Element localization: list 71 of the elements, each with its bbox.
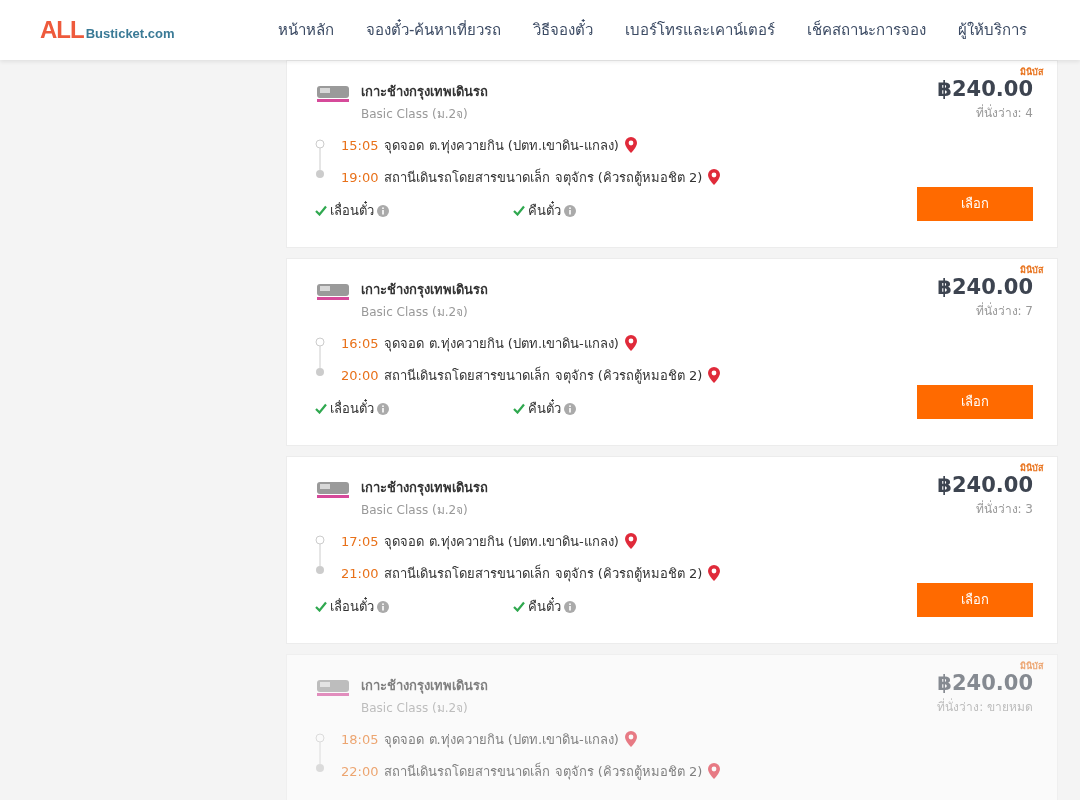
info-icon[interactable] [377,204,389,217]
operator-name: เกาะช้างกรุงเทพเดินรถ [361,479,488,498]
departure-place: จุดจอด ต.ทุ่งควายกิน (ปตท.เขาดิน-แกลง) [384,335,619,354]
seats-available: ที่นั่งว่าง: 3 [974,499,1033,518]
nav-link[interactable]: ผู้ให้บริการ [942,18,1044,42]
departure-time: 18:05 [341,732,379,747]
departure-time: 16:05 [341,336,379,351]
bus-logo-icon [315,677,351,699]
nav-link[interactable]: วิธีจองตั๋ว [517,18,610,42]
map-pin-icon [708,565,721,582]
price: ฿240.00 [937,473,1033,497]
operator-name: เกาะช้างกรุงเทพเดินรถ [361,83,488,102]
price: ฿240.00 [937,671,1033,695]
feature-label: คืนตั๋ว [528,398,561,418]
map-pin-icon [624,335,637,352]
route-line-drawing [315,535,325,575]
bus-class: Basic Class (ม.2จ) [361,304,469,321]
bus-type-label: มินิบัส [1020,660,1043,673]
price: ฿240.00 [937,275,1033,299]
feature-label: คืนตั๋ว [528,596,561,616]
map-pin-icon [624,533,637,550]
info-icon[interactable] [564,204,576,217]
arrival-time: 19:00 [341,170,379,185]
bus-logo-icon [315,281,351,303]
info-icon[interactable] [564,600,576,613]
map-pin-icon [624,137,637,154]
arrival-time: 22:00 [341,764,379,779]
feature-label: คืนตั๋ว [528,200,561,220]
map-pin-icon [624,731,637,748]
bus-type-label: มินิบัส [1020,66,1043,79]
map-pin-icon [708,367,721,384]
bus-logo-icon [315,83,351,105]
departure-place: จุดจอด ต.ทุ่งควายกิน (ปตท.เขาดิน-แกลง) [384,137,619,156]
bus-type-label: มินิบัส [1020,264,1043,277]
nav-link[interactable]: เช็คสถานะการจอง [791,18,943,42]
feature-label: เลื่อนตั๋ว [330,596,374,616]
bus-class: Basic Class (ม.2จ) [361,106,469,123]
bus-logo-icon [315,479,351,501]
feature-label: เลื่อนตั๋ว [330,200,374,220]
map-pin-icon [708,169,721,186]
bus-class: Basic Class (ม.2จ) [361,700,469,717]
route-line-drawing [315,139,325,179]
seats-available: ที่นั่งว่าง: ขายหมด [937,697,1033,716]
arrival-place: สถานีเดินรถโดยสารขนาดเล็ก จตุจักร (คิวรถตู้หมอชิต 2) [384,167,703,188]
nav-link[interactable]: หน้าหลัก [262,18,350,42]
route-line-drawing [315,733,325,773]
info-icon[interactable] [564,402,576,415]
seats-available: ที่นั่งว่าง: 7 [974,301,1033,320]
seats-available: ที่นั่งว่าง: 4 [974,103,1033,122]
route-line-drawing [315,337,325,377]
info-icon[interactable] [377,402,389,415]
departure-place: จุดจอด ต.ทุ่งควายกิน (ปตท.เขาดิน-แกลง) [384,731,619,750]
bus-class: Basic Class (ม.2จ) [361,502,469,519]
bus-type-label: มินิบัส [1020,462,1043,475]
map-pin-icon [708,763,721,780]
departure-place: จุดจอด ต.ทุ่งควายกิน (ปตท.เขาดิน-แกลง) [384,533,619,552]
price: ฿240.00 [937,77,1033,101]
info-icon[interactable] [377,600,389,613]
nav-link[interactable]: จองตั๋ว-ค้นหาเที่ยวรถ [350,18,518,42]
feature-label: เลื่อนตั๋ว [330,398,374,418]
arrival-time: 21:00 [341,566,379,581]
departure-time: 15:05 [341,138,379,153]
arrival-place: สถานีเดินรถโดยสารขนาดเล็ก จตุจักร (คิวรถตู้หมอชิต 2) [384,563,703,584]
operator-name: เกาะช้างกรุงเทพเดินรถ [361,677,488,696]
nav-link[interactable]: เบอร์โทรและเคาน์เตอร์ [609,18,792,42]
logo-text[interactable]: Busticket.com [85,26,175,41]
operator-name: เกาะช้างกรุงเทพเดินรถ [361,281,488,300]
arrival-place: สถานีเดินรถโดยสารขนาดเล็ก จตุจักร (คิวรถตู้หมอชิต 2) [384,761,703,782]
arrival-time: 20:00 [341,368,379,383]
departure-time: 17:05 [341,534,379,549]
arrival-place: สถานีเดินรถโดยสารขนาดเล็ก จตุจักร (คิวรถตู้หมอชิต 2) [384,365,703,386]
